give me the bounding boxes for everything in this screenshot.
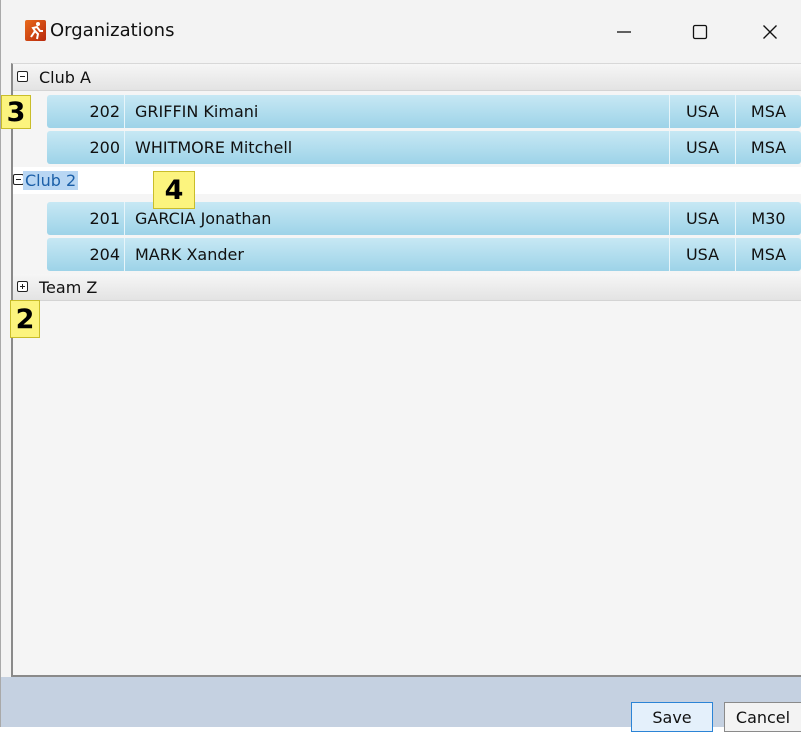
- group-row-club-a[interactable]: Club A: [13, 64, 801, 91]
- category: MSA: [750, 138, 787, 157]
- save-button[interactable]: Save: [631, 702, 713, 732]
- category: MSA: [750, 245, 787, 264]
- group-label: Club A: [39, 68, 91, 87]
- athlete-name: MARK Xander: [125, 238, 670, 271]
- athlete-row[interactable]: 204 MARK Xander USA MSA: [47, 238, 801, 271]
- group-row-team-z[interactable]: Team Z: [13, 274, 801, 301]
- window-title: Organizations: [50, 20, 175, 41]
- athlete-row[interactable]: 200 WHITMORE Mitchell USA MSA: [47, 131, 801, 164]
- annotation-marker: 3: [1, 95, 31, 129]
- close-button[interactable]: [747, 10, 793, 54]
- minimize-icon: [617, 31, 631, 33]
- athlete-name: GRIFFIN Kimani: [125, 95, 670, 128]
- nation: USA: [670, 131, 736, 164]
- nation: USA: [670, 95, 736, 128]
- group-label: Club 2: [23, 171, 79, 190]
- close-icon: [763, 25, 777, 39]
- bib-number: 202: [47, 95, 125, 128]
- athlete-row[interactable]: 202 GRIFFIN Kimani USA MSA: [47, 95, 801, 128]
- annotation-marker: 2: [10, 300, 40, 338]
- expand-icon[interactable]: [17, 281, 28, 292]
- cancel-button[interactable]: Cancel: [724, 702, 801, 732]
- organizations-tree[interactable]: Club A 202 GRIFFIN Kimani USA MSA 200 WH…: [11, 63, 801, 677]
- nation: USA: [670, 238, 736, 271]
- annotation-marker: 4: [153, 171, 195, 209]
- athlete-name: WHITMORE Mitchell: [125, 131, 670, 164]
- maximize-icon: [692, 24, 708, 40]
- athlete-name: GARCIA Jonathan: [125, 202, 670, 235]
- nation: USA: [670, 202, 736, 235]
- category: MSA: [750, 102, 787, 121]
- maximize-button[interactable]: [677, 10, 723, 54]
- title-bar[interactable]: Organizations: [1, 0, 801, 63]
- minimize-button[interactable]: [601, 10, 647, 54]
- category: M30: [751, 209, 786, 228]
- group-label: Team Z: [39, 278, 98, 297]
- dialog-footer: Save Cancel: [1, 677, 801, 732]
- collapse-icon[interactable]: [17, 71, 28, 82]
- app-runner-icon: [25, 20, 46, 41]
- bib-number: 204: [47, 238, 125, 271]
- organizations-window: Organizations Club A 202 GRIFFIN Kimani …: [0, 0, 801, 732]
- group-row-club-2[interactable]: Club 2: [13, 167, 801, 194]
- bib-number: 200: [47, 131, 125, 164]
- bib-number: 201: [47, 202, 125, 235]
